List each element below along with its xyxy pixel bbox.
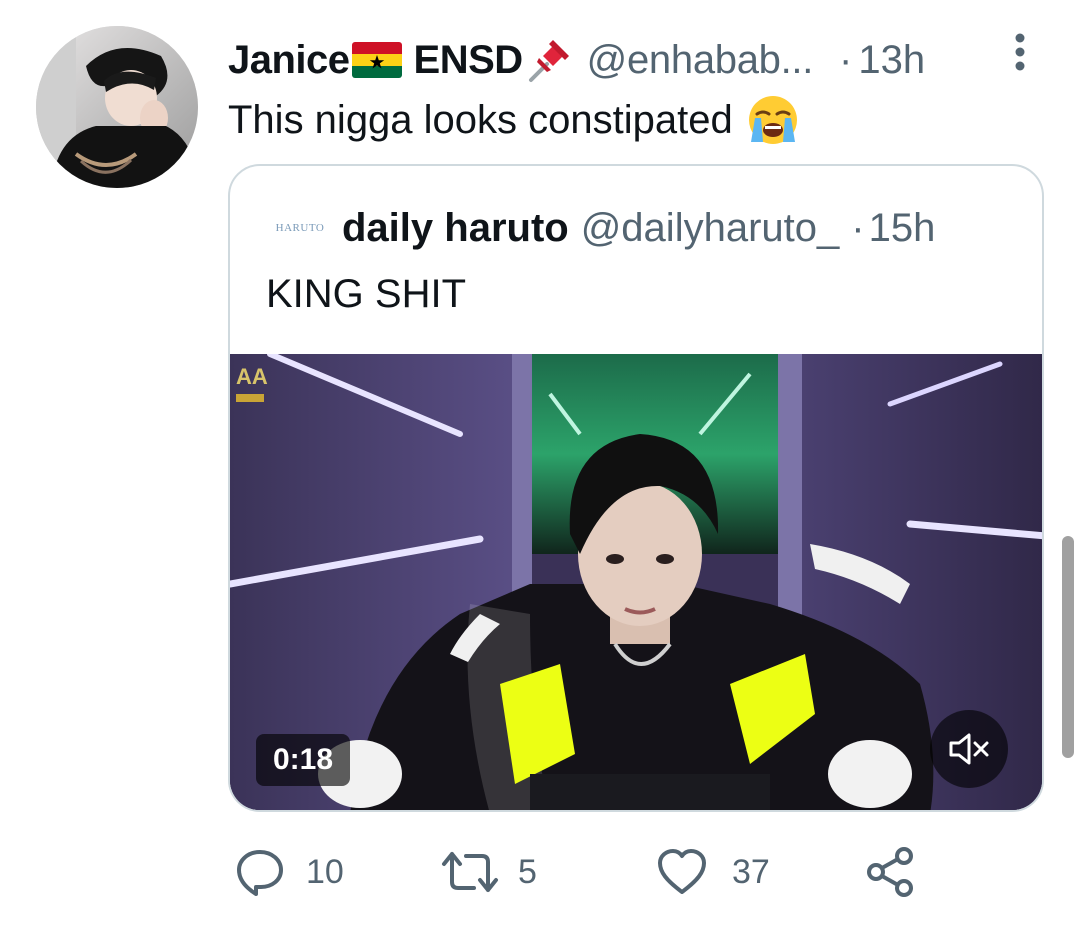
pushpin-icon xyxy=(525,36,573,84)
like-count: 37 xyxy=(732,852,770,891)
video-frame: AA xyxy=(230,354,1042,810)
heart-icon xyxy=(658,849,706,894)
quoted-tweet-header: HARUTO daily haruto @dailyharuto_ · 15h xyxy=(270,202,936,254)
quoted-author-avatar[interactable]: HARUTO xyxy=(270,208,330,248)
svg-text:AA: AA xyxy=(236,364,268,389)
video-duration-badge: 0:18 xyxy=(256,734,350,786)
retweet-icon xyxy=(442,852,498,892)
retweet-count: 5 xyxy=(518,852,537,891)
tweet-actions-bar: 10 5 37 xyxy=(0,844,1080,900)
loudly-crying-face-icon xyxy=(745,92,801,148)
author-avatar[interactable] xyxy=(36,26,198,188)
reply-count: 10 xyxy=(306,852,344,891)
more-options-icon[interactable] xyxy=(1006,30,1034,74)
separator-dot: · xyxy=(851,205,865,250)
reply-button[interactable]: 10 xyxy=(234,844,344,900)
tweet-body: This nigga looks constipated xyxy=(228,97,733,142)
reply-icon xyxy=(237,850,283,896)
quoted-tweet-card[interactable]: HARUTO daily haruto @dailyharuto_ · 15h … xyxy=(228,164,1044,812)
quoted-tweet-timestamp[interactable]: 15h xyxy=(869,206,936,251)
tweet-header: Janice ENSD @enhabab... · 13h xyxy=(228,34,925,86)
share-icon xyxy=(867,847,913,897)
tweet-text: This nigga looks constipated xyxy=(228,92,801,148)
author-name-first[interactable]: Janice xyxy=(228,38,350,83)
video-player[interactable]: AA 0:18 xyxy=(230,354,1042,810)
scrollbar[interactable] xyxy=(1062,536,1074,758)
share-button[interactable] xyxy=(864,844,916,900)
speaker-muted-icon xyxy=(949,733,989,765)
author-handle[interactable]: @enhabab... xyxy=(587,38,814,83)
quoted-author-handle[interactable]: @dailyharuto_ xyxy=(581,206,840,251)
like-button[interactable]: 37 xyxy=(656,844,770,900)
quoted-tweet-text: KING SHIT xyxy=(266,272,467,316)
quoted-author-name[interactable]: daily haruto xyxy=(342,206,569,251)
unmute-button[interactable] xyxy=(930,710,1008,788)
tweet-timestamp[interactable]: 13h xyxy=(858,38,925,83)
retweet-button[interactable]: 5 xyxy=(440,844,537,900)
ghana-flag-icon xyxy=(351,42,402,78)
author-name-second[interactable]: ENSD xyxy=(414,38,524,83)
separator-dot: · xyxy=(839,37,853,82)
